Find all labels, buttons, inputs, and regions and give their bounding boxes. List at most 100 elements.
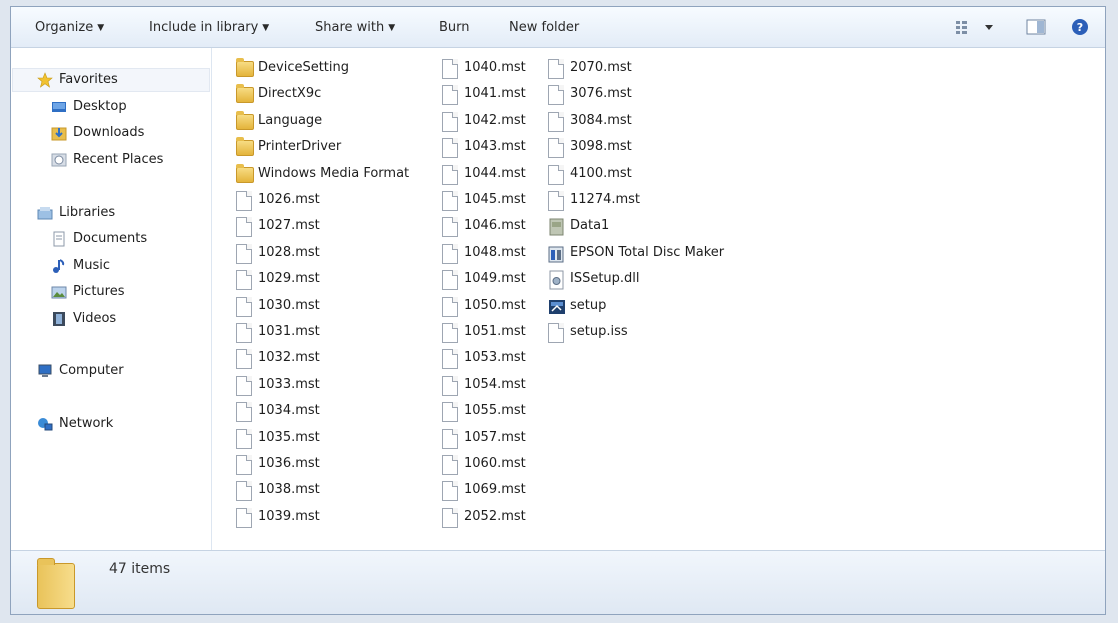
file-name: ISSetup.dll (570, 271, 640, 287)
nav-computer-label: Computer (59, 363, 124, 378)
document-icon (442, 323, 458, 343)
nav-network-label: Network (59, 416, 114, 431)
nav-music-label: Music (73, 258, 110, 273)
folder-icon (37, 558, 75, 609)
network-icon (38, 418, 53, 431)
file-name: 1036.mst (258, 456, 320, 471)
document-icon (236, 243, 252, 264)
file-name: 4100.mst (570, 165, 632, 181)
file-name: 1046.mst (464, 218, 526, 234)
document-icon (442, 191, 458, 211)
file-name: 1038.mst (258, 482, 320, 498)
document-icon (236, 217, 252, 238)
file-name: 3084.mst (570, 112, 632, 128)
recent-places-icon (51, 153, 67, 167)
help-button[interactable]: ? (1071, 18, 1091, 36)
file-name: Language (258, 112, 323, 128)
file-name: 1028.mst (258, 244, 320, 260)
file-name: 1035.mst (258, 429, 320, 445)
file-name: 1053.mst (464, 350, 526, 366)
document-icon (442, 402, 458, 423)
nav-desktop-label: Desktop (73, 99, 127, 114)
document-icon (236, 402, 252, 423)
file-name: 1049.mst (464, 271, 526, 287)
file-name: 1050.mst (464, 297, 526, 313)
downloads-icon (51, 127, 67, 141)
file-name: setup (570, 297, 607, 313)
file-name: 1033.mst (258, 376, 320, 392)
document-icon (442, 138, 458, 159)
folder-icon (236, 84, 254, 104)
installer-icon (548, 244, 566, 264)
documents-icon (53, 231, 65, 247)
file-name: 1031.mst (258, 324, 320, 339)
file-name: 1044.mst (464, 165, 526, 181)
libraries-icon (37, 207, 53, 220)
organize-label: Organize (35, 20, 94, 35)
help-icon: ? (1072, 19, 1088, 35)
file-name: 3098.mst (570, 139, 632, 155)
explorer-window: Organize ▼ Include in library ▼ Share with… (10, 6, 1106, 615)
pictures-icon (51, 286, 67, 299)
preview-pane-icon (1026, 19, 1046, 35)
file-name: 1051.mst (464, 324, 526, 339)
file-list: DeviceSetting DirectX9c Language PrinterDri… (212, 48, 1105, 550)
nav-favorites-label: Favorites (59, 72, 118, 87)
file-name: 1026.mst (258, 192, 320, 207)
file-name: 1048.mst (464, 244, 526, 260)
document-icon (442, 507, 458, 528)
nav-recent-label: Recent Places (73, 152, 164, 167)
star-icon (37, 72, 53, 88)
file-name: DirectX9c (258, 86, 322, 102)
include-in-library-button[interactable]: Include in library ▼ (149, 19, 269, 37)
document-icon (442, 243, 458, 264)
file-name: 1045.mst (464, 192, 526, 207)
nav-libraries-label: Libraries (59, 205, 116, 220)
nav-documents-label: Documents (73, 231, 148, 246)
document-icon (548, 164, 564, 185)
view-options-button[interactable] (955, 18, 997, 36)
document-icon (548, 111, 564, 132)
command-bar: Organize ▼ Include in library ▼ Share with… (11, 7, 1105, 48)
burn-button[interactable]: Burn (439, 19, 470, 37)
desktop-icon (52, 102, 66, 112)
share-with-button[interactable]: Share with ▼ (315, 19, 395, 37)
file-name: Windows Media Format (258, 165, 410, 181)
navigation-pane: Favorites Desktop Downloads Recent Place… (11, 48, 212, 550)
document-icon (442, 428, 458, 449)
file-name: 1030.mst (258, 297, 320, 313)
file-name: 1060.mst (464, 456, 526, 471)
document-icon (442, 270, 458, 291)
file-name: DeviceSetting (258, 60, 350, 75)
document-icon (548, 59, 564, 79)
computer-icon (38, 364, 52, 377)
document-icon (548, 85, 564, 106)
new-folder-label: New folder (509, 20, 580, 35)
file-name: 1057.mst (464, 429, 526, 445)
svg-text:?: ? (1077, 21, 1083, 34)
folder-icon (236, 110, 254, 130)
file-name: 1042.mst (464, 112, 526, 128)
folder-icon (236, 163, 254, 183)
document-icon (236, 191, 252, 211)
nav-pictures-label: Pictures (73, 284, 125, 299)
new-folder-button[interactable]: New folder (509, 19, 579, 37)
file-name: PrinterDriver (258, 139, 342, 155)
details-pane: 47 items (11, 550, 1105, 614)
burn-label: Burn (439, 20, 470, 35)
organize-button[interactable]: Organize ▼ (35, 19, 104, 37)
file-name: 2052.mst (464, 508, 526, 524)
share-label: Share with (315, 20, 385, 35)
preview-pane-button[interactable] (1025, 18, 1047, 36)
document-icon (236, 455, 252, 475)
chevron-down-icon: ▼ (388, 23, 396, 33)
item-count: 47 items (109, 561, 171, 577)
document-icon (442, 455, 458, 475)
include-label: Include in library (149, 20, 259, 35)
chevron-down-icon: ▼ (262, 23, 270, 33)
document-icon (236, 296, 252, 317)
document-icon (442, 349, 458, 370)
file-name: 1027.mst (258, 218, 320, 234)
dll-icon (548, 270, 566, 290)
file-name: 2070.mst (570, 60, 632, 75)
